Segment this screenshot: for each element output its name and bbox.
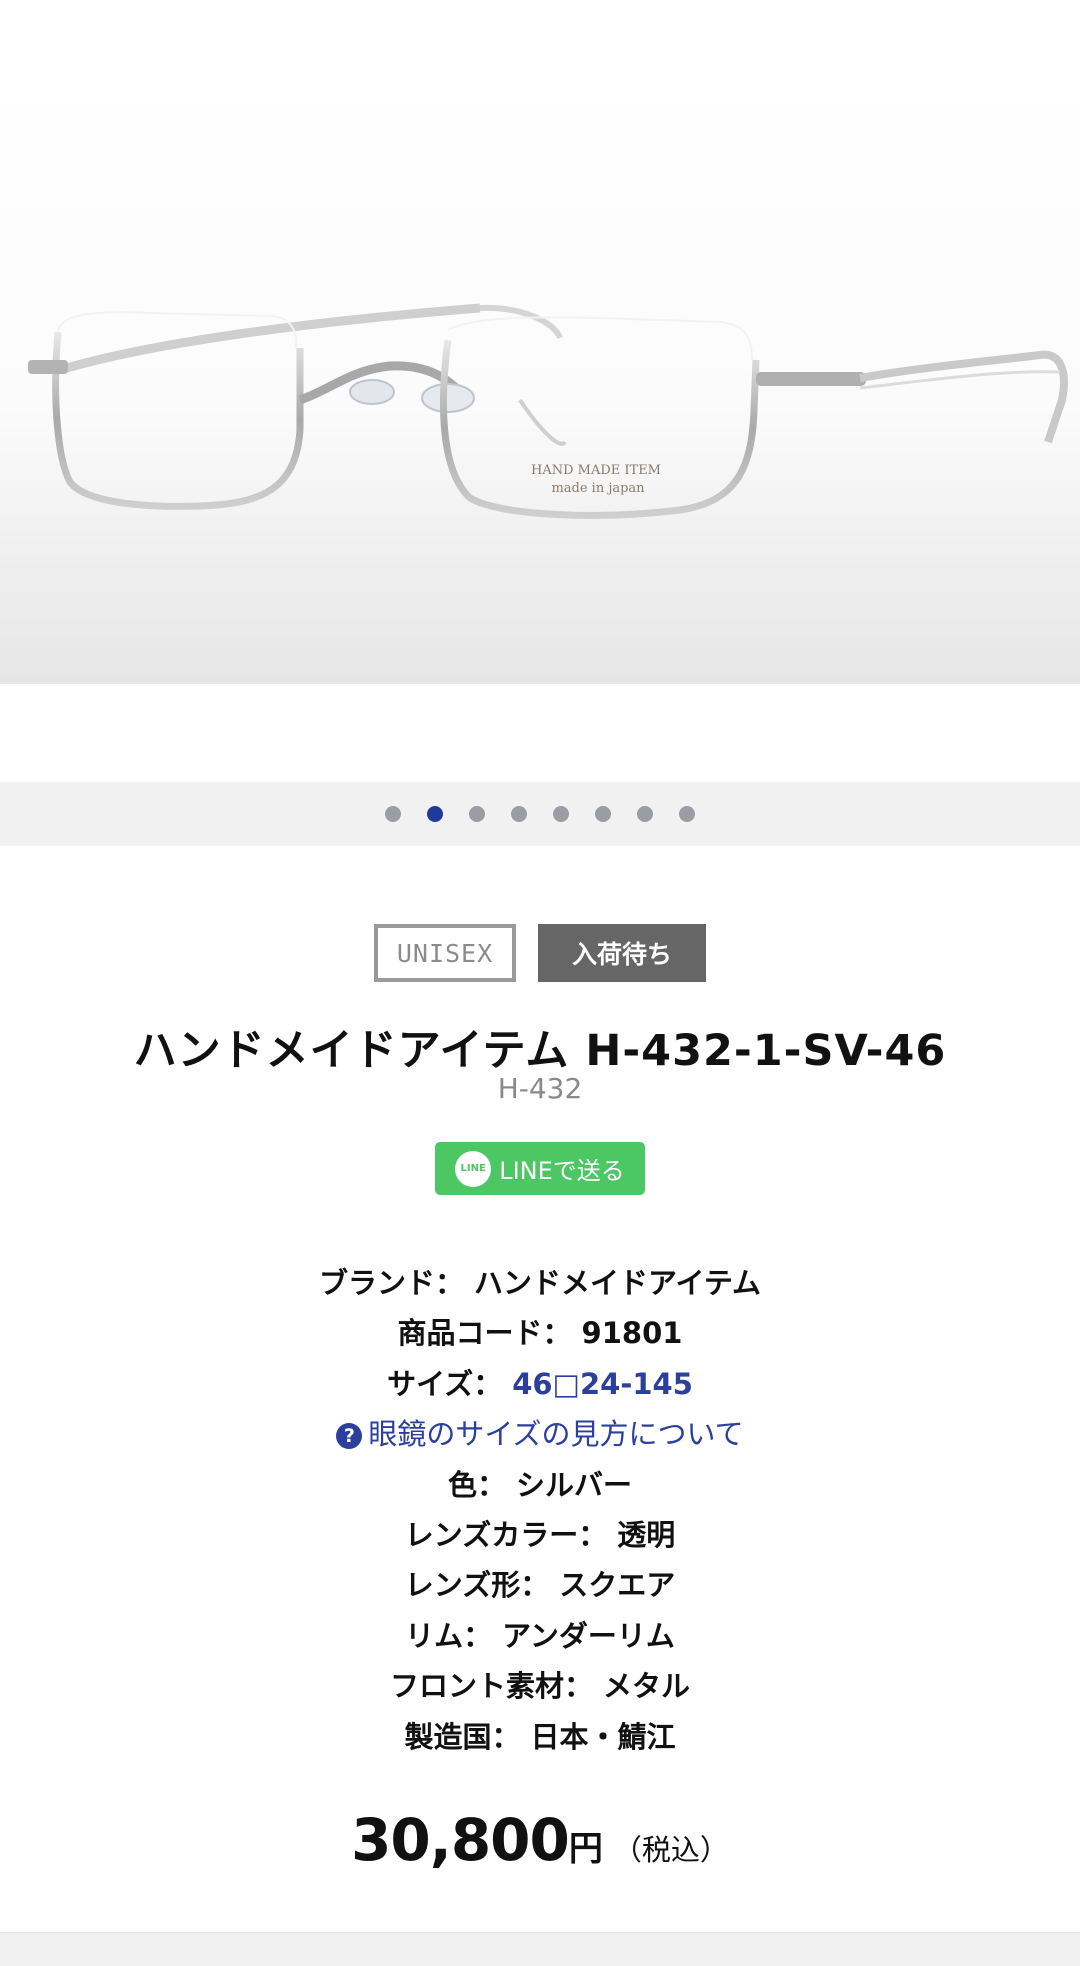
spec-label: リム： — [405, 1618, 493, 1653]
carousel-dot[interactable] — [511, 806, 527, 822]
product-image-carousel[interactable]: HAND MADE ITEM made in japan — [0, 0, 1080, 782]
size-link[interactable]: 46□24-145 — [512, 1367, 693, 1401]
spec-label: サイズ： — [387, 1366, 503, 1401]
carousel-dot[interactable] — [595, 806, 611, 822]
carousel-dot[interactable] — [427, 806, 443, 822]
spec-value: シルバー — [516, 1467, 633, 1502]
spec-code: 商品コード： 91801 — [0, 1308, 1080, 1358]
line-icon: LINE — [455, 1150, 492, 1187]
spec-list: ブランド： ハンドメイドアイテム 商品コード： 91801 サイズ： 46□24-14… — [0, 1258, 1080, 1762]
carousel-pagination — [0, 782, 1080, 846]
glasses-illustration: HAND MADE ITEM made in japan — [28, 303, 1068, 519]
size-guide-label: 眼鏡のサイズの見方について — [368, 1417, 744, 1452]
spec-label: ブランド： — [318, 1266, 464, 1300]
spec-value: 日本・鯖江 — [530, 1719, 676, 1754]
spec-size: サイズ： 46□24-145 — [0, 1359, 1080, 1409]
spec-label: レンズ形： — [404, 1568, 550, 1603]
carousel-dot[interactable] — [385, 806, 401, 822]
stock-status-badge: 入荷待ち — [538, 924, 706, 982]
badges: UNISEX 入荷待ち — [0, 924, 1080, 982]
product-model: H-432 — [497, 1072, 583, 1105]
spec-label: 製造国： — [404, 1719, 521, 1754]
spec-value: 91801 — [581, 1316, 683, 1351]
spec-color: 色： シルバー — [0, 1460, 1080, 1510]
spec-label: 色： — [447, 1467, 506, 1502]
product-photo: HAND MADE ITEM made in japan — [0, 70, 1080, 684]
price: 30,800円 （税込） — [0, 1806, 1080, 1874]
spec-brand: ブランド： ハンドメイドアイテム — [0, 1258, 1080, 1308]
spec-rim: リム： アンダーリム — [0, 1611, 1080, 1661]
spec-value: ハンドメイドアイテム — [473, 1266, 762, 1300]
unisex-badge: UNISEX — [374, 924, 516, 982]
engraving-text-2: made in japan — [551, 481, 645, 496]
carousel-dot[interactable] — [469, 806, 485, 822]
spec-country: 製造国： 日本・鯖江 — [0, 1712, 1080, 1762]
line-share-button[interactable]: LINE LINEで送る — [435, 1142, 645, 1195]
carousel-dot[interactable] — [679, 806, 695, 822]
spec-lens-shape: レンズ形： スクエア — [0, 1560, 1080, 1610]
price-amount: 30,800 — [351, 1806, 570, 1874]
spec-label: フロント素材： — [389, 1669, 593, 1704]
spec-value: アンダーリム — [502, 1618, 675, 1653]
line-share-label: LINEで送る — [499, 1157, 625, 1185]
price-currency: 円 — [568, 1829, 603, 1869]
product-title: ハンドメイドアイテム H-432-1-SV-46 — [133, 1026, 947, 1076]
spec-label: レンズカラー： — [404, 1517, 608, 1552]
spec-label: 商品コード： — [397, 1316, 572, 1351]
spec-value: メタル — [603, 1669, 691, 1704]
size-guide-link[interactable]: ? 眼鏡のサイズの見方について — [0, 1409, 1080, 1459]
spec-lens-color: レンズカラー： 透明 — [0, 1510, 1080, 1560]
engraving-text-1: HAND MADE ITEM — [531, 463, 661, 478]
spec-value: 透明 — [617, 1517, 676, 1552]
question-icon: ? — [336, 1423, 363, 1450]
carousel-dot[interactable] — [553, 806, 569, 822]
bottom-bar — [0, 1932, 1080, 1966]
carousel-dot[interactable] — [637, 806, 653, 822]
tax-note: （税込） — [612, 1833, 729, 1867]
spec-front-material: フロント素材： メタル — [0, 1661, 1080, 1711]
spec-value: スクエア — [559, 1568, 676, 1603]
